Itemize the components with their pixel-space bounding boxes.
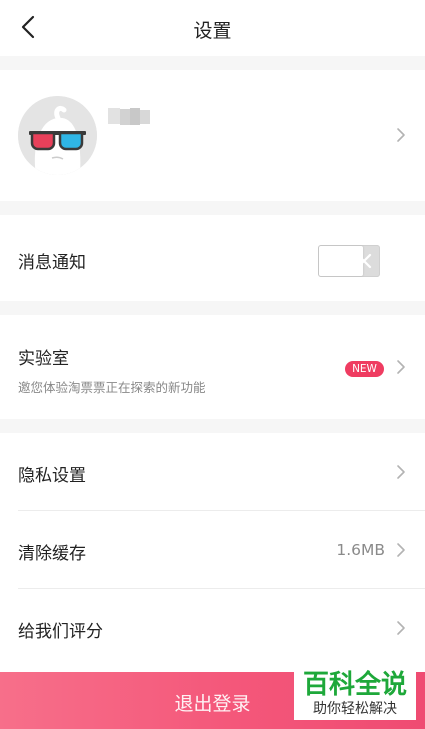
chevron-right-icon: [397, 360, 405, 374]
chevron-right-icon: [397, 465, 405, 479]
profile-row[interactable]: [0, 70, 425, 201]
watermark-tagline: 助你轻松解决: [313, 701, 397, 717]
privacy-label: 隐私设置: [18, 466, 86, 486]
avatar[interactable]: [18, 96, 97, 175]
close-icon: [356, 253, 372, 269]
notifications-row: 消息通知: [0, 215, 425, 301]
ghost-avatar-icon: [18, 96, 97, 175]
top-bar: 设置: [0, 0, 425, 56]
rate-us-row[interactable]: 给我们评分: [0, 589, 425, 666]
page-title: 设置: [193, 20, 232, 42]
privacy-row[interactable]: 隐私设置: [0, 433, 425, 510]
watermark-title: 百科全说: [302, 670, 407, 700]
chevron-right-icon: [397, 543, 405, 557]
cache-size: 1.6MB: [336, 541, 385, 559]
lab-label: 实验室: [18, 349, 69, 369]
clear-cache-label: 清除缓存: [18, 544, 86, 564]
rate-us-label: 给我们评分: [18, 622, 103, 642]
username-blurred: [106, 106, 150, 126]
settings-group: 隐私设置 清除缓存 1.6MB 给我们评分: [0, 433, 425, 673]
notifications-toggle[interactable]: [318, 245, 380, 277]
notifications-label: 消息通知: [18, 253, 86, 273]
watermark-logo: 百科全说 助你轻松解决: [294, 668, 416, 720]
lab-subtitle: 邀您体验淘票票正在探索的新功能: [18, 380, 206, 395]
chevron-right-icon: [397, 128, 405, 142]
lab-row[interactable]: 实验室 邀您体验淘票票正在探索的新功能 NEW: [0, 315, 425, 419]
chevron-right-icon: [397, 621, 405, 635]
new-badge: NEW: [345, 361, 384, 377]
clear-cache-row[interactable]: 清除缓存 1.6MB: [0, 511, 425, 588]
